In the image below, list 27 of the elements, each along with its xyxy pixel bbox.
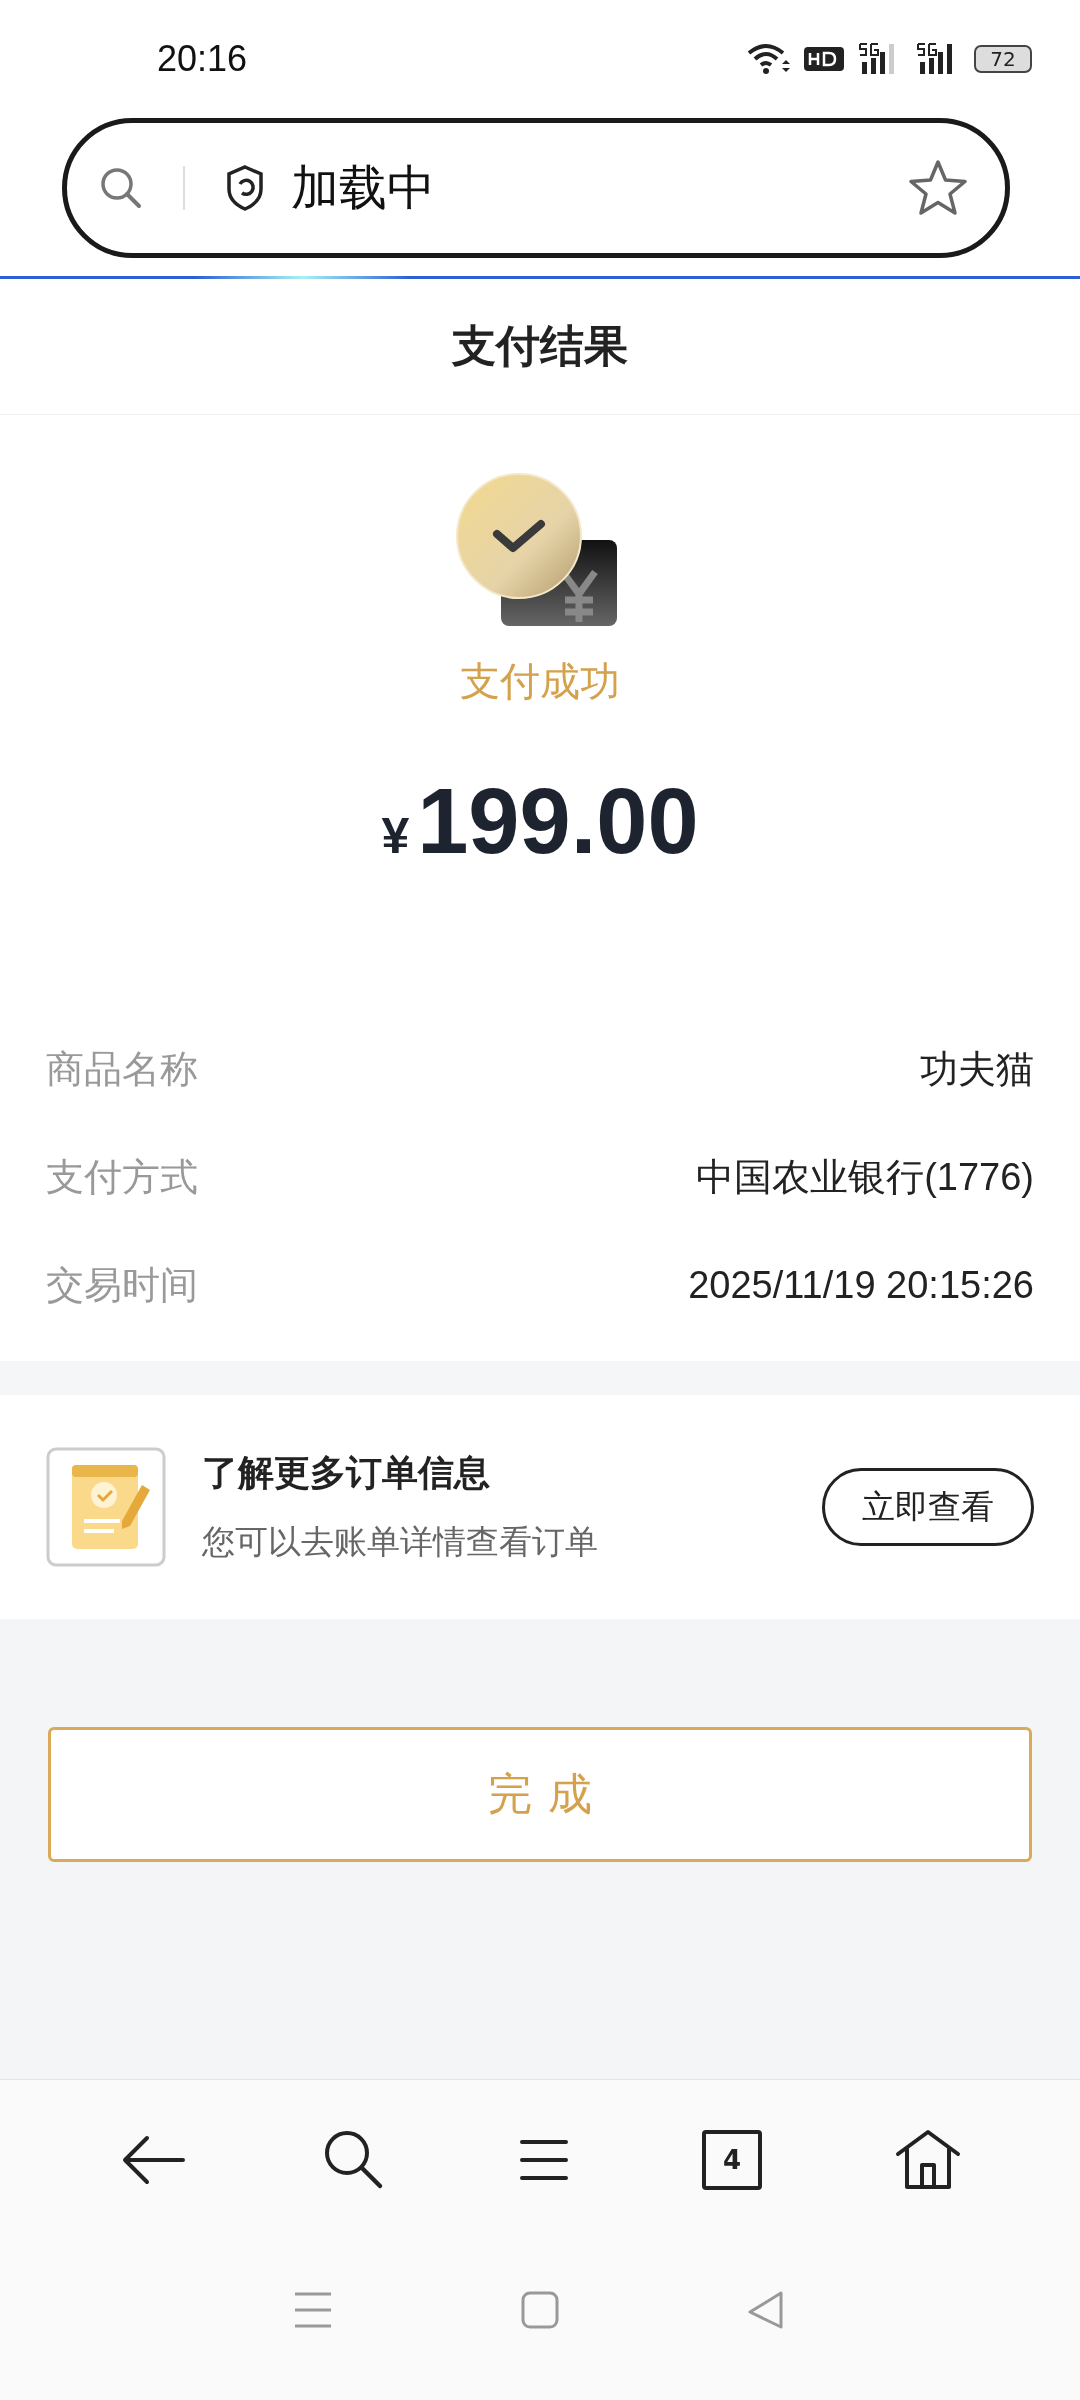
- detail-label: 交易时间: [46, 1261, 198, 1309]
- recents-icon[interactable]: [293, 2290, 334, 2330]
- detail-value: 2025/11/19 20:15:26: [688, 1263, 1034, 1307]
- address-bar[interactable]: 加载中: [62, 118, 1010, 258]
- hd-icon: [804, 45, 844, 73]
- status-time: 20:16: [157, 38, 248, 80]
- order-info-title: 了解更多订单信息: [202, 1451, 491, 1495]
- bill-icon: [46, 1447, 166, 1567]
- detail-label: 商品名称: [46, 1045, 198, 1093]
- shield-icon: [225, 164, 265, 212]
- currency-sign: ¥: [381, 807, 410, 865]
- detail-value: 功夫猫: [920, 1046, 1034, 1092]
- success-text: 支付成功: [460, 657, 620, 706]
- detail-value: 中国农业银行(1776): [696, 1154, 1034, 1200]
- menu-icon[interactable]: [518, 2138, 569, 2182]
- page-title: 支付结果: [452, 319, 628, 373]
- amount-text: 199.00: [417, 769, 699, 874]
- detail-label: 支付方式: [46, 1153, 198, 1201]
- battery-icon: 72: [974, 45, 1032, 73]
- order-info-subtitle: 您可以去账单详情查看订单: [202, 1521, 599, 1563]
- wifi-icon: [746, 42, 790, 76]
- star-icon[interactable]: [907, 158, 969, 218]
- tabs-button[interactable]: 4: [702, 2130, 763, 2190]
- home-icon[interactable]: [895, 2129, 962, 2191]
- search-icon: [99, 166, 143, 210]
- view-now-button[interactable]: 立即查看: [822, 1468, 1034, 1546]
- loading-text: 加载中: [291, 158, 435, 217]
